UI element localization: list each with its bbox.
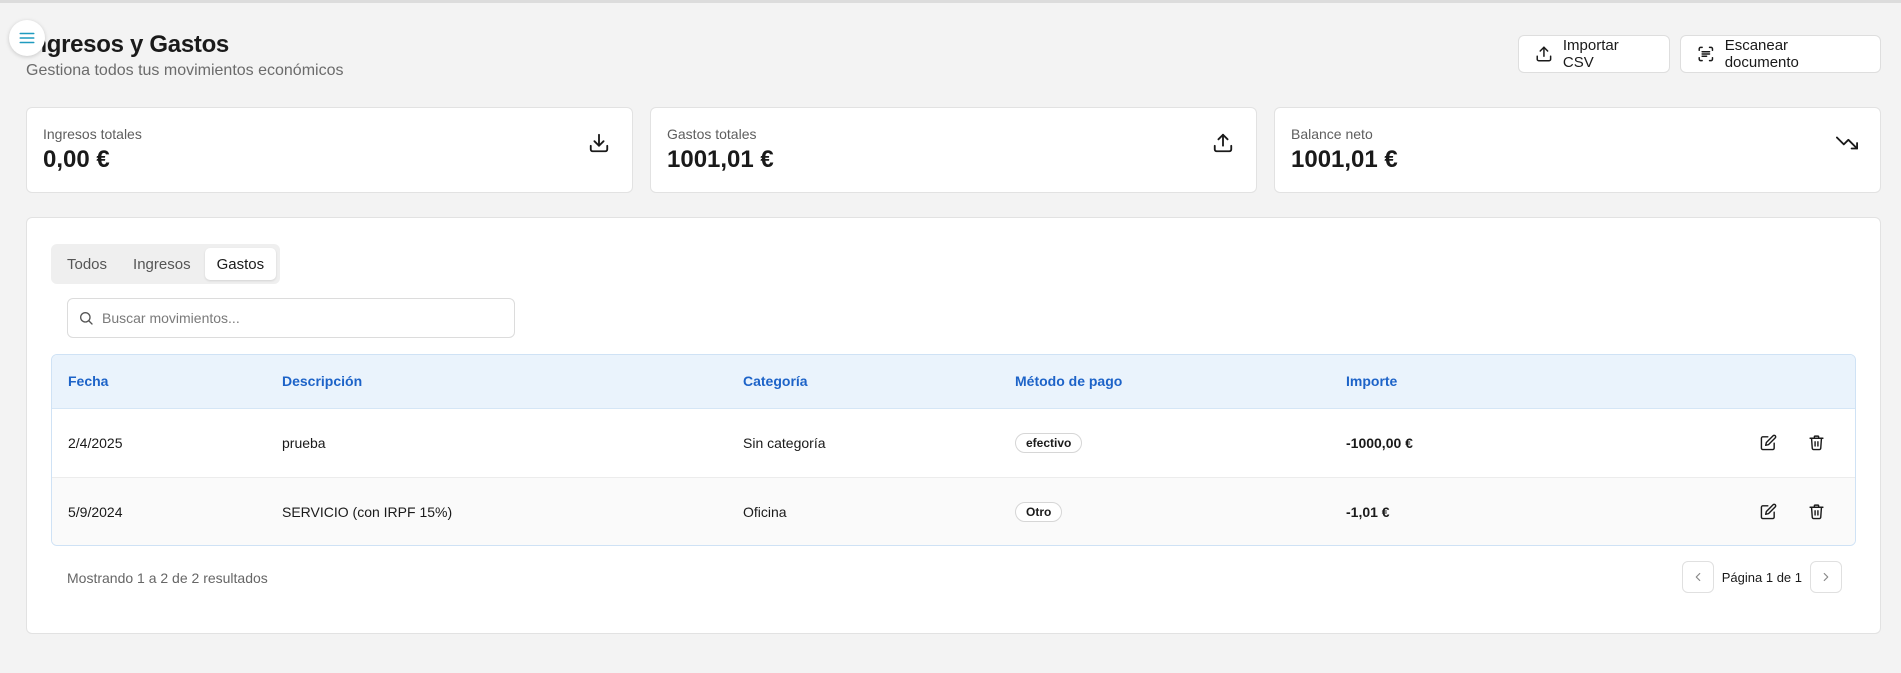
next-page-button[interactable] [1810,561,1842,593]
table-header-row: Fecha Descripción Categoría Método de pa… [52,355,1855,409]
cell-descripcion: SERVICIO (con IRPF 15%) [266,476,727,545]
cell-actions [1553,408,1855,477]
chevron-right-icon [1823,572,1829,582]
edit-button[interactable] [1755,430,1781,456]
cell-metodo: Otro [999,476,1330,545]
upload-icon [1213,133,1233,153]
scan-document-label: Escanear documento [1724,37,1799,71]
movements-panel: Todos Ingresos Gastos Fecha Descripción … [26,217,1881,634]
delete-button[interactable] [1803,499,1829,525]
edit-icon [1760,434,1776,451]
movements-table: Fecha Descripción Categoría Método de pa… [51,354,1856,546]
column-header-actions [1553,355,1855,409]
chevron-left-icon [1695,572,1701,582]
cell-fecha: 5/9/2024 [52,476,266,545]
header-actions: Importar CSV Escanear documento [1518,35,1881,73]
results-count: Mostrando 1 a 2 de 2 resultados [67,570,268,586]
import-csv-label: Importar CSV [1562,37,1619,71]
tab-ingresos[interactable]: Ingresos [121,248,203,280]
trash-icon [1808,504,1824,520]
stat-value: 1001,01 € [1291,146,1398,173]
stat-value: 0,00 € [43,146,110,173]
column-header-importe[interactable]: Importe [1330,355,1554,409]
stat-card-balance: Balance neto 1001,01 € [1274,107,1881,193]
hamburger-icon [19,32,35,44]
cell-actions [1553,476,1855,545]
trash-icon [1808,435,1824,451]
payment-method-badge: efectivo [1015,432,1083,453]
stat-label: Ingresos totales [43,126,142,142]
previous-page-button[interactable] [1681,561,1714,593]
tab-todos[interactable]: Todos [55,248,119,280]
stat-value: 1001,01 € [667,146,774,173]
column-header-categoria[interactable]: Categoría [727,355,999,409]
page-subtitle: Gestiona todos tus movimientos económico… [26,62,344,79]
table-row[interactable]: 2/4/2025 prueba Sin categoría efectivo -… [52,408,1855,477]
trending-down-icon [1836,136,1858,150]
search-icon [80,312,93,325]
edit-button[interactable] [1755,499,1781,525]
table-row[interactable]: 5/9/2024 SERVICIO (con IRPF 15%) Oficina… [52,476,1855,545]
stat-card-income: Ingresos totales 0,00 € [26,107,633,193]
cell-metodo: efectivo [999,408,1330,477]
page-title: Ingresos y Gastos [26,31,229,58]
download-icon [589,133,609,153]
stat-label: Balance neto [1291,126,1373,142]
stat-card-expenses: Gastos totales 1001,01 € [650,107,1257,193]
scan-document-button[interactable]: Escanear documento [1680,35,1881,73]
delete-button[interactable] [1803,430,1829,456]
cell-fecha: 2/4/2025 [68,434,123,451]
payment-method-badge: Otro [1015,501,1063,522]
page-indicator: Página 1 de 1 [1721,569,1802,585]
cell-categoria: Sin categoría [743,434,826,451]
cell-categoria: Oficina [727,476,999,545]
search-box [67,298,515,338]
scan-icon [1698,46,1714,62]
pagination: Página 1 de 1 [1681,561,1842,593]
edit-icon [1760,503,1776,520]
cell-importe: -1000,00 € [1346,434,1413,451]
menu-button[interactable] [9,20,45,56]
stats-row: Ingresos totales 0,00 € Gastos totales 1… [26,107,1881,193]
upload-icon [1536,46,1552,62]
cell-descripcion: prueba [282,434,326,451]
column-header-descripcion[interactable]: Descripción [266,355,727,409]
search-input[interactable] [102,310,514,326]
stat-label: Gastos totales [667,126,757,142]
tab-gastos[interactable]: Gastos [204,248,277,280]
filter-tabs: Todos Ingresos Gastos [51,244,281,284]
column-header-metodo[interactable]: Método de pago [999,355,1330,409]
column-header-fecha[interactable]: Fecha [52,355,266,409]
cell-importe: -1,01 € [1330,476,1554,545]
page-header: Ingresos y Gastos Gestiona todos tus mov… [26,30,343,80]
import-csv-button[interactable]: Importar CSV [1518,35,1670,73]
